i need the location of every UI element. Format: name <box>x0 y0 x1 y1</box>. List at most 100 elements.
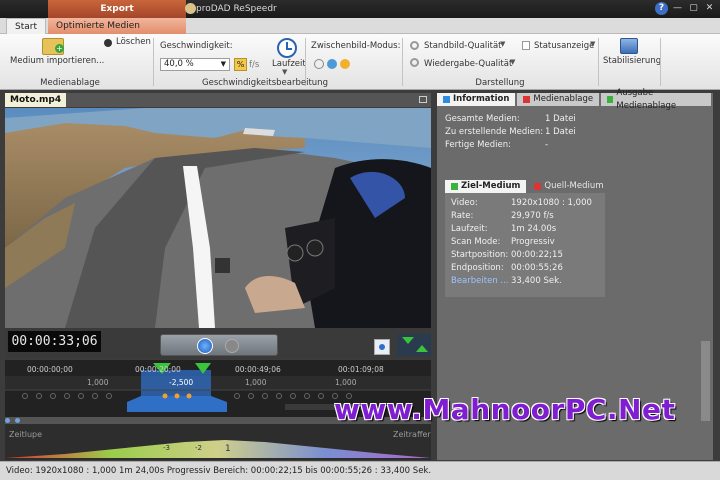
curve-value: -3 <box>163 444 170 452</box>
road-scene-image <box>5 108 431 328</box>
chevron-down-icon[interactable]: ▼ <box>500 40 505 48</box>
playback-quality-dropdown[interactable]: Wiedergabe-Qualität <box>424 59 512 69</box>
ribbon-separator <box>598 38 599 86</box>
mode-motion-icon[interactable] <box>340 59 350 69</box>
detail-key: Endposition: <box>451 263 504 273</box>
play-button[interactable] <box>197 338 213 354</box>
tab-source-media[interactable]: Quell-Medium <box>528 180 609 193</box>
summary-row: Fertige Medien: - <box>445 139 576 152</box>
chevron-down-icon: ▼ <box>220 60 226 68</box>
range-marker-icon[interactable] <box>397 334 431 356</box>
detail-row: Rate: 29,970 f/s <box>451 210 592 223</box>
mode-blend-icon[interactable] <box>327 59 337 69</box>
source-icon <box>534 183 542 190</box>
group-label-medienablage: Medienablage <box>40 78 100 88</box>
import-folder-icon[interactable]: + <box>42 38 64 55</box>
stabilization-button[interactable]: Stabilisierung <box>603 56 661 66</box>
help-icon[interactable]: ? <box>655 2 668 15</box>
panel-scrollbar[interactable] <box>701 341 710 421</box>
summary-value: - <box>545 140 549 150</box>
percent-button[interactable]: % <box>234 58 247 71</box>
timeline-speed-mark: -2,500 <box>169 378 194 387</box>
speed-select[interactable]: 40,0 % ▼ <box>160 58 230 71</box>
tab-media-library-label: Medienablage <box>533 94 594 104</box>
speed-label: Geschwindigkeit: <box>160 41 233 51</box>
minimize-button[interactable]: — <box>671 2 684 15</box>
loop-icon[interactable] <box>374 339 390 355</box>
import-media-button[interactable]: Medium importieren... <box>10 56 104 66</box>
detail-value: 29,970 f/s <box>511 211 554 221</box>
detail-value: Progressiv <box>511 237 555 247</box>
tab-start[interactable]: Start <box>6 18 46 34</box>
summary-value: 1 Datei <box>545 127 576 137</box>
info-panel-tabs: Information Medienablage Ausgabe Mediena… <box>437 88 713 111</box>
interframe-mode-label: Zwischenbild-Modus: <box>311 41 401 51</box>
tab-target-media[interactable]: Ziel-Medium <box>445 180 527 193</box>
maximize-panel-icon[interactable] <box>419 96 427 103</box>
speed-gradient-curve <box>5 440 431 458</box>
delete-icon[interactable] <box>104 39 112 47</box>
tab-output-library[interactable]: Ausgabe Medienablage <box>601 88 711 111</box>
ribbon-separator <box>402 38 403 86</box>
zoom-out-icon[interactable] <box>5 418 10 423</box>
tab-source-label: Quell-Medium <box>544 181 604 191</box>
window-controls: ? — ▢ ✕ <box>655 2 716 15</box>
maximize-button[interactable]: ▢ <box>687 2 700 15</box>
summary-key: Fertige Medien: <box>445 140 511 150</box>
media-icon <box>523 96 531 103</box>
laufzeit-chevron-icon[interactable]: ▼ <box>282 68 287 76</box>
laufzeit-button[interactable]: Laufzeit <box>272 59 306 69</box>
preview-tab-bar <box>5 93 431 107</box>
window-title: proDAD ReSpeedr <box>196 4 277 14</box>
summary-key: Zu erstellende Medien: <box>445 127 544 137</box>
detail-row: Scan Mode: Progressiv <box>451 236 592 249</box>
document-icon <box>522 41 530 50</box>
ribbon-separator <box>153 38 154 86</box>
stop-button[interactable] <box>225 339 239 353</box>
detail-value: 33,400 Sek. <box>511 276 562 286</box>
preview-file-tab[interactable]: Moto.mp4 <box>5 93 67 107</box>
app-icon <box>185 3 196 14</box>
summary-list: Gesamte Medien: 1 Datei Zu erstellende Me… <box>445 113 576 152</box>
fps-button[interactable]: f/s <box>249 60 259 70</box>
detail-key: Laufzeit: <box>451 224 488 234</box>
delete-button[interactable]: Löschen <box>116 37 151 47</box>
detail-row: Endposition: 00:00:55;26 <box>451 262 592 275</box>
output-icon <box>607 96 614 103</box>
timeline-tick-1: 00:00:20;00 <box>135 365 181 374</box>
chevron-down-icon[interactable]: ▼ <box>590 40 595 48</box>
ribbon-separator <box>660 38 661 86</box>
tab-information[interactable]: Information <box>437 93 516 106</box>
curve-value: -2 <box>195 444 202 452</box>
detail-value: 1920x1080 : 1,000 <box>511 198 592 208</box>
zoom-in-icon[interactable] <box>15 418 20 423</box>
gear-icon <box>410 58 419 67</box>
mode-none-icon[interactable] <box>314 59 324 69</box>
status-bar: Video: 1920x1080 : 1,000 1m 24,00s Progr… <box>0 461 720 480</box>
still-quality-dropdown[interactable]: Standbild-Qualität <box>424 41 502 51</box>
status-display-dropdown[interactable]: Statusanzeige <box>534 41 594 51</box>
clock-icon[interactable] <box>277 38 297 58</box>
timeline-tick-3: 00:01:09;08 <box>338 365 384 374</box>
detail-value: 1m 24.00s <box>511 224 557 234</box>
gear-icon <box>410 41 419 50</box>
detail-key: Startposition: <box>451 250 509 260</box>
timeline-tick-2: 00:00:49;06 <box>235 365 281 374</box>
detail-value: 00:00:22;15 <box>511 250 563 260</box>
timeline-speed-mark: 1,000 <box>335 378 357 387</box>
edit-link[interactable]: Bearbeiten ... <box>451 275 511 288</box>
speed-curve-panel[interactable]: Zeitlupe Zeitraffer -5 -3 -2 1 <box>5 424 431 460</box>
detail-row: Startposition: 00:00:22;15 <box>451 249 592 262</box>
group-label-darstellung: Darstellung <box>475 78 525 88</box>
tab-optimized-export[interactable]: Optimierte Medien exportieren <box>48 18 186 47</box>
close-button[interactable]: ✕ <box>703 2 716 15</box>
chevron-down-icon[interactable]: ▼ <box>510 58 515 66</box>
tab-media-library[interactable]: Medienablage <box>517 93 600 106</box>
summary-value: 1 Datei <box>545 114 576 124</box>
media-sub-tabs: Ziel-Medium Quell-Medium <box>445 180 612 193</box>
video-preview <box>5 108 431 328</box>
group-label-speed: Geschwindigkeitsbearbeitung <box>202 78 328 88</box>
detail-key: Rate: <box>451 211 474 221</box>
stabilization-icon[interactable] <box>620 38 638 54</box>
summary-row: Zu erstellende Medien: 1 Datei <box>445 126 576 139</box>
